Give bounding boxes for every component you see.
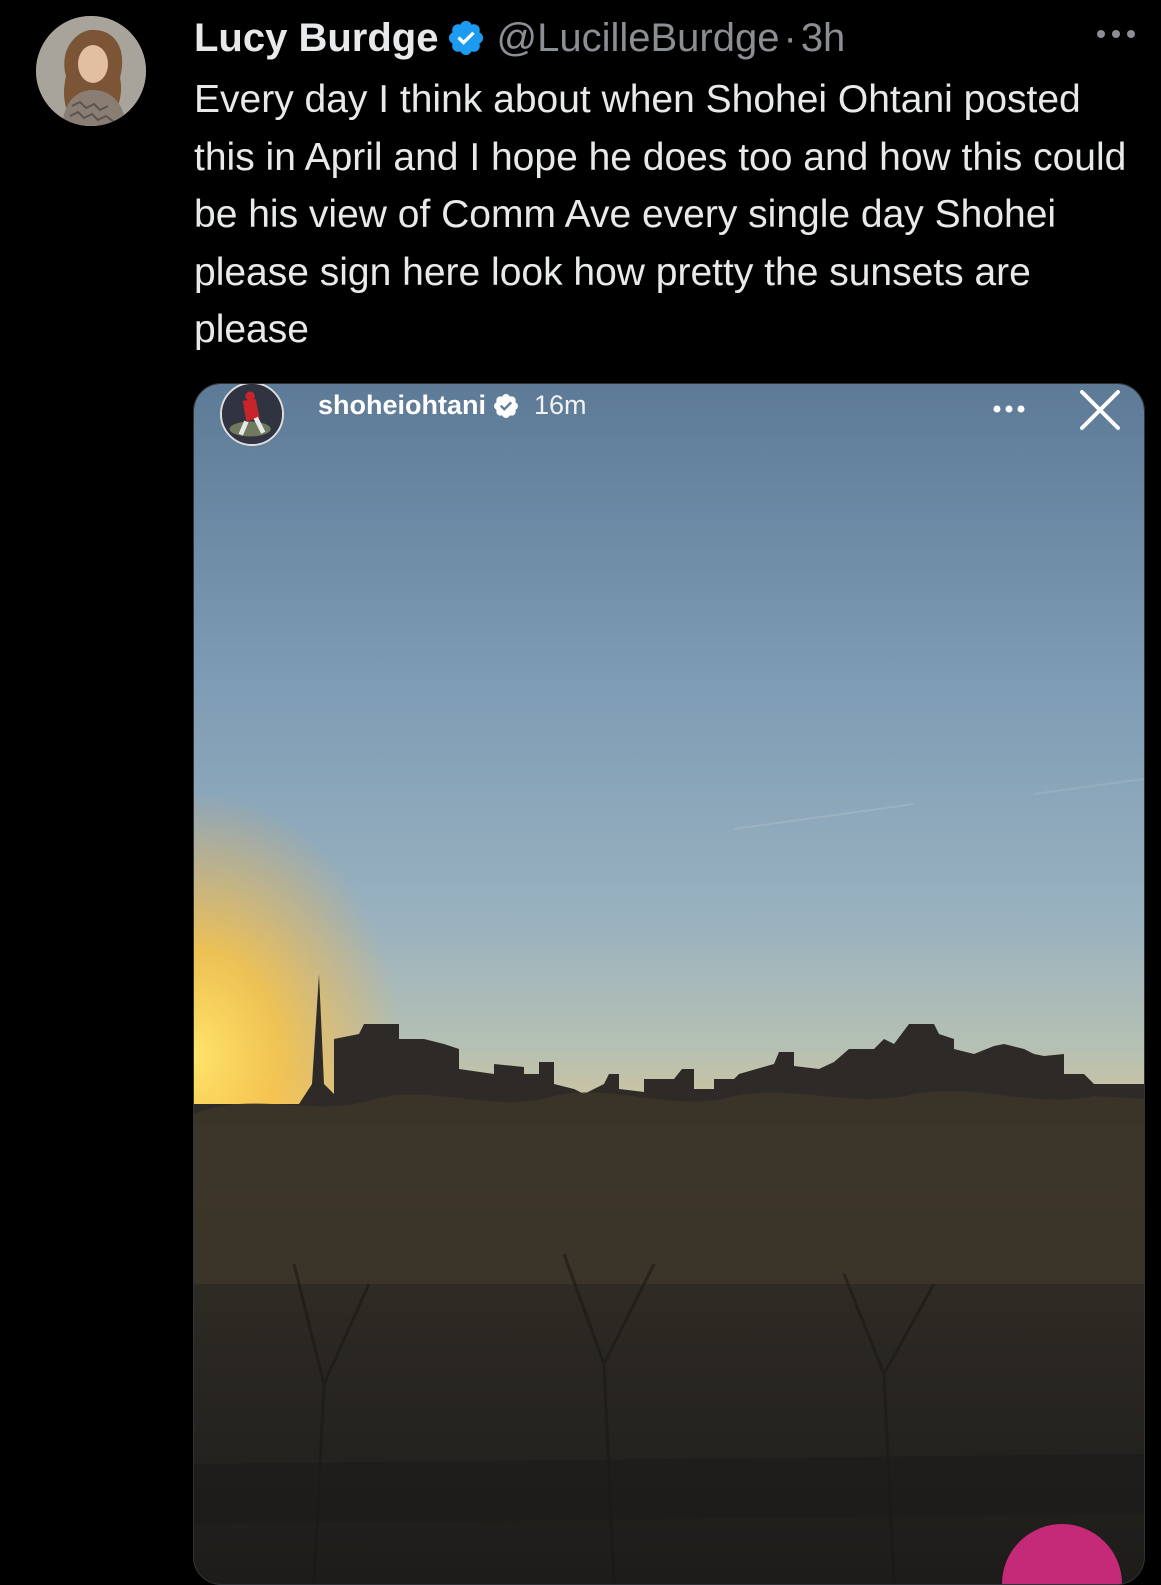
- separator-dot: ·: [783, 16, 797, 60]
- tweet-timestamp[interactable]: 3h: [801, 14, 846, 62]
- baseball-player-icon: [222, 384, 282, 444]
- author-display-name[interactable]: Lucy Burdge: [194, 14, 438, 62]
- more-options-icon[interactable]: [1094, 24, 1138, 44]
- profile-photo-icon: [36, 16, 146, 126]
- story-verified-icon: [492, 392, 520, 420]
- author-avatar[interactable]: [36, 16, 146, 126]
- verified-badge-icon[interactable]: [446, 18, 486, 58]
- story-more-icon[interactable]: [992, 404, 1026, 414]
- story-close-icon[interactable]: [1076, 386, 1124, 434]
- tweet-media-story-screenshot[interactable]: shoheiohtani 16m: [193, 383, 1145, 1585]
- tweet-header: Lucy Burdge @LucilleBurdge · 3h: [194, 14, 845, 62]
- author-handle[interactable]: @LucilleBurdge: [496, 14, 779, 62]
- story-timestamp: 16m: [534, 390, 587, 420]
- story-header: shoheiohtani 16m: [318, 390, 587, 421]
- tweet[interactable]: Lucy Burdge @LucilleBurdge · 3h Every da…: [0, 0, 1161, 1585]
- story-username[interactable]: shoheiohtani: [318, 390, 486, 421]
- tweet-text: Every day I think about when Shohei Ohta…: [194, 78, 1127, 351]
- sunset-skyline-photo: [194, 384, 1144, 1584]
- story-user-avatar[interactable]: [220, 384, 284, 446]
